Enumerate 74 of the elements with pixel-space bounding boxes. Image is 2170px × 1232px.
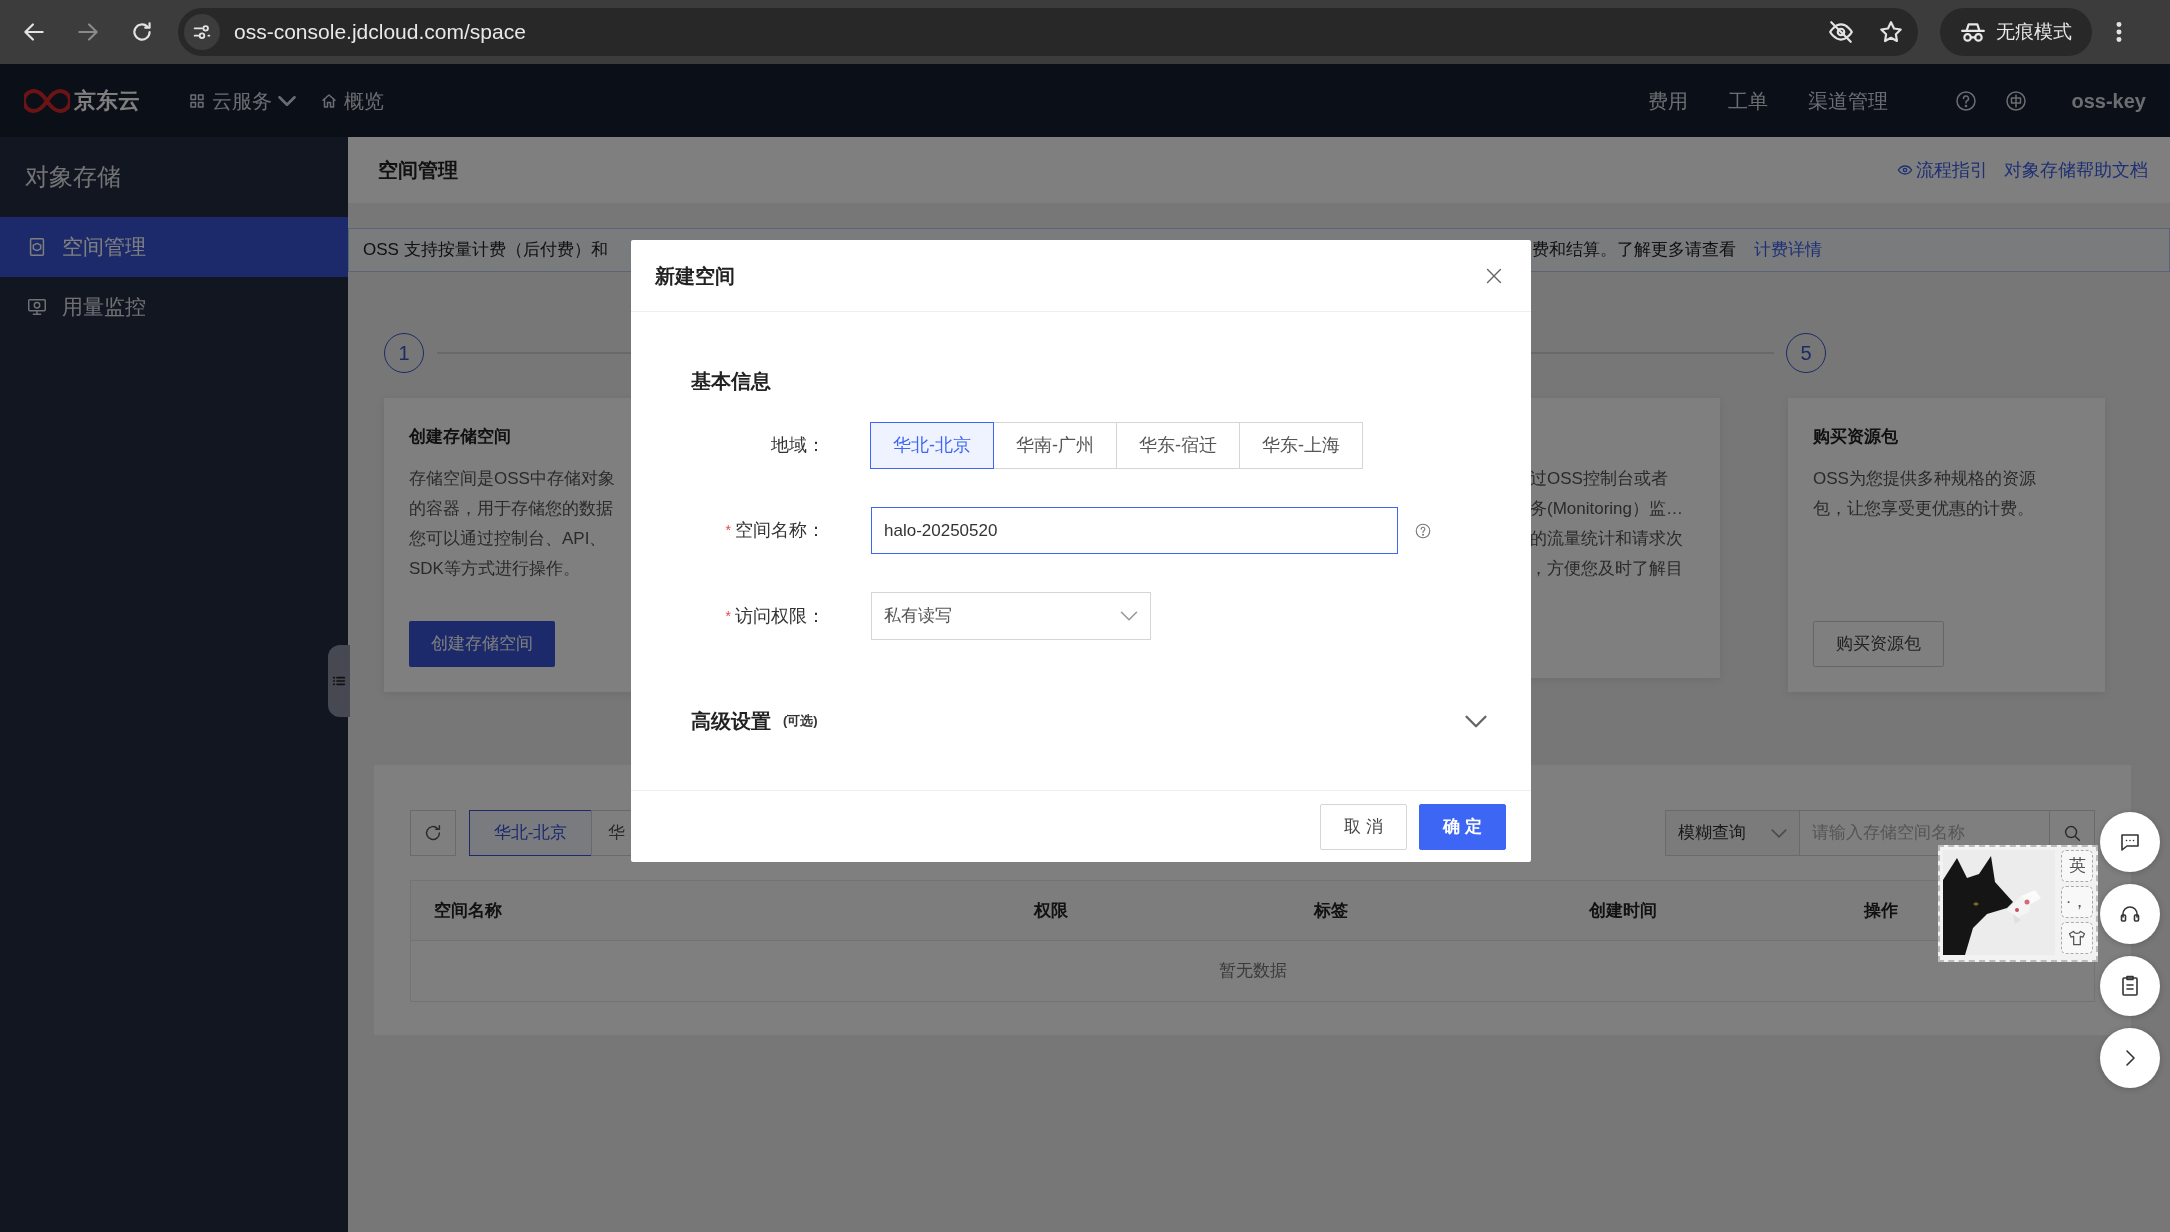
chevron-down-icon: [278, 95, 296, 106]
ime-key[interactable]: 英: [2061, 850, 2093, 882]
region-option[interactable]: 华东-宿迁: [1116, 422, 1240, 469]
region-option[interactable]: 华南-广州: [993, 422, 1117, 469]
cancel-button[interactable]: 取 消: [1320, 803, 1407, 850]
incognito-label: 无痕模式: [1996, 19, 2072, 44]
chevron-down-icon: [1465, 714, 1487, 728]
logo-icon: [24, 86, 70, 115]
advanced-settings-title: 高级设置: [691, 709, 771, 734]
address-bar[interactable]: oss-console.jdcloud.com/space: [178, 8, 1918, 56]
help-link[interactable]: 流程指引: [1897, 156, 1988, 184]
sidebar-title: 对象存储: [24, 162, 122, 192]
refresh-button[interactable]: [410, 810, 456, 856]
chevron-down-icon: [1771, 828, 1787, 838]
ime-key[interactable]: ·，: [2061, 886, 2093, 918]
language-icon[interactable]: [2003, 88, 2028, 113]
home-icon: [320, 91, 338, 110]
card-description: 存储空间是OSS中存储对象 的容器，用于存储您的数据 您可以通过控制台、API、 SDK等方式进行操作。: [409, 467, 616, 580]
nav-link[interactable]: 费用: [1647, 85, 1688, 116]
region-tab[interactable]: 华北-北京: [469, 810, 592, 856]
notice-text: 费和结算。了解更多请查看: [1532, 239, 1736, 262]
incognito-button[interactable]: 无痕模式: [1940, 8, 2092, 56]
expand-toggle[interactable]: [1465, 714, 1487, 728]
card-title: 购买资源包: [1813, 426, 1899, 448]
card-title: 创建存储空间: [409, 426, 512, 448]
required-mark: *: [725, 606, 731, 626]
sidebar-item[interactable]: 用量监控: [0, 277, 348, 337]
collapse-handle[interactable]: [328, 645, 350, 717]
field-label: 地域：: [771, 434, 825, 457]
site-settings-button[interactable]: [184, 14, 220, 50]
permission-select[interactable]: 私有读写: [871, 592, 1151, 640]
search-mode-select[interactable]: 模糊查询: [1665, 810, 1800, 856]
eye-icon: [1897, 162, 1913, 178]
card-button[interactable]: 购买资源包: [1813, 621, 1944, 667]
shirt-icon: [2067, 928, 2087, 948]
column-header: 空间名称: [434, 899, 502, 922]
section-title: 基本信息: [691, 369, 772, 394]
region-option[interactable]: 华北-北京: [870, 422, 994, 469]
name-field[interactable]: halo-20250520: [871, 507, 1398, 554]
sidebar-item[interactable]: 空间管理: [0, 217, 348, 277]
url-text: oss-console.jdcloud.com/space: [234, 19, 526, 46]
help-link[interactable]: 对象存储帮助文档: [2004, 156, 2148, 184]
field-label: 空间名称：: [735, 519, 825, 542]
chevron-down-icon: [1120, 611, 1138, 621]
skin-button[interactable]: [2061, 922, 2093, 954]
optional-note: (可选): [783, 712, 818, 731]
page-title: 空间管理: [378, 158, 458, 183]
user-name[interactable]: oss-key: [2071, 85, 2146, 116]
card-description: 过OSS控制台或者 务(Monitoring）监… 的流量统计和请求次 ，方便您及时了解目: [1530, 468, 1685, 580]
notice-text: OSS 支持按量计费（后付费）和: [363, 239, 609, 262]
dialog-title: 新建空间: [655, 263, 735, 289]
column-header: 标签: [1314, 899, 1348, 922]
column-header: 权限: [1034, 899, 1068, 922]
column-header: 操作: [1864, 899, 1898, 922]
confirm-button[interactable]: 确 定: [1419, 803, 1506, 850]
column-header: 创建时间: [1589, 899, 1657, 922]
help-icon[interactable]: [1414, 521, 1432, 540]
logo-text[interactable]: 京东云: [74, 84, 140, 117]
field-label: 访问权限：: [735, 604, 825, 628]
eye-slash-icon[interactable]: [1828, 19, 1854, 45]
monitor-icon: [26, 296, 48, 318]
help-icon[interactable]: [1953, 88, 1978, 113]
star-icon[interactable]: [1878, 19, 1904, 45]
nav-link[interactable]: 渠道管理: [1807, 85, 1888, 116]
empty-message: 暂无数据: [1218, 960, 1287, 983]
card-description: OSS为您提供多种规格的资源 包，让您享受更优惠的计费。: [1813, 467, 2037, 520]
card-button[interactable]: 创建存储空间: [409, 621, 555, 667]
region-option[interactable]: 华东-上海: [1239, 422, 1363, 469]
nav-link[interactable]: 云服务: [188, 85, 296, 116]
billing-link[interactable]: 计费详情: [1754, 237, 1822, 263]
nav-link[interactable]: 概览: [320, 85, 384, 116]
nav-link[interactable]: 工单: [1727, 85, 1768, 116]
grid-icon: [188, 91, 206, 110]
required-mark: *: [725, 521, 731, 540]
